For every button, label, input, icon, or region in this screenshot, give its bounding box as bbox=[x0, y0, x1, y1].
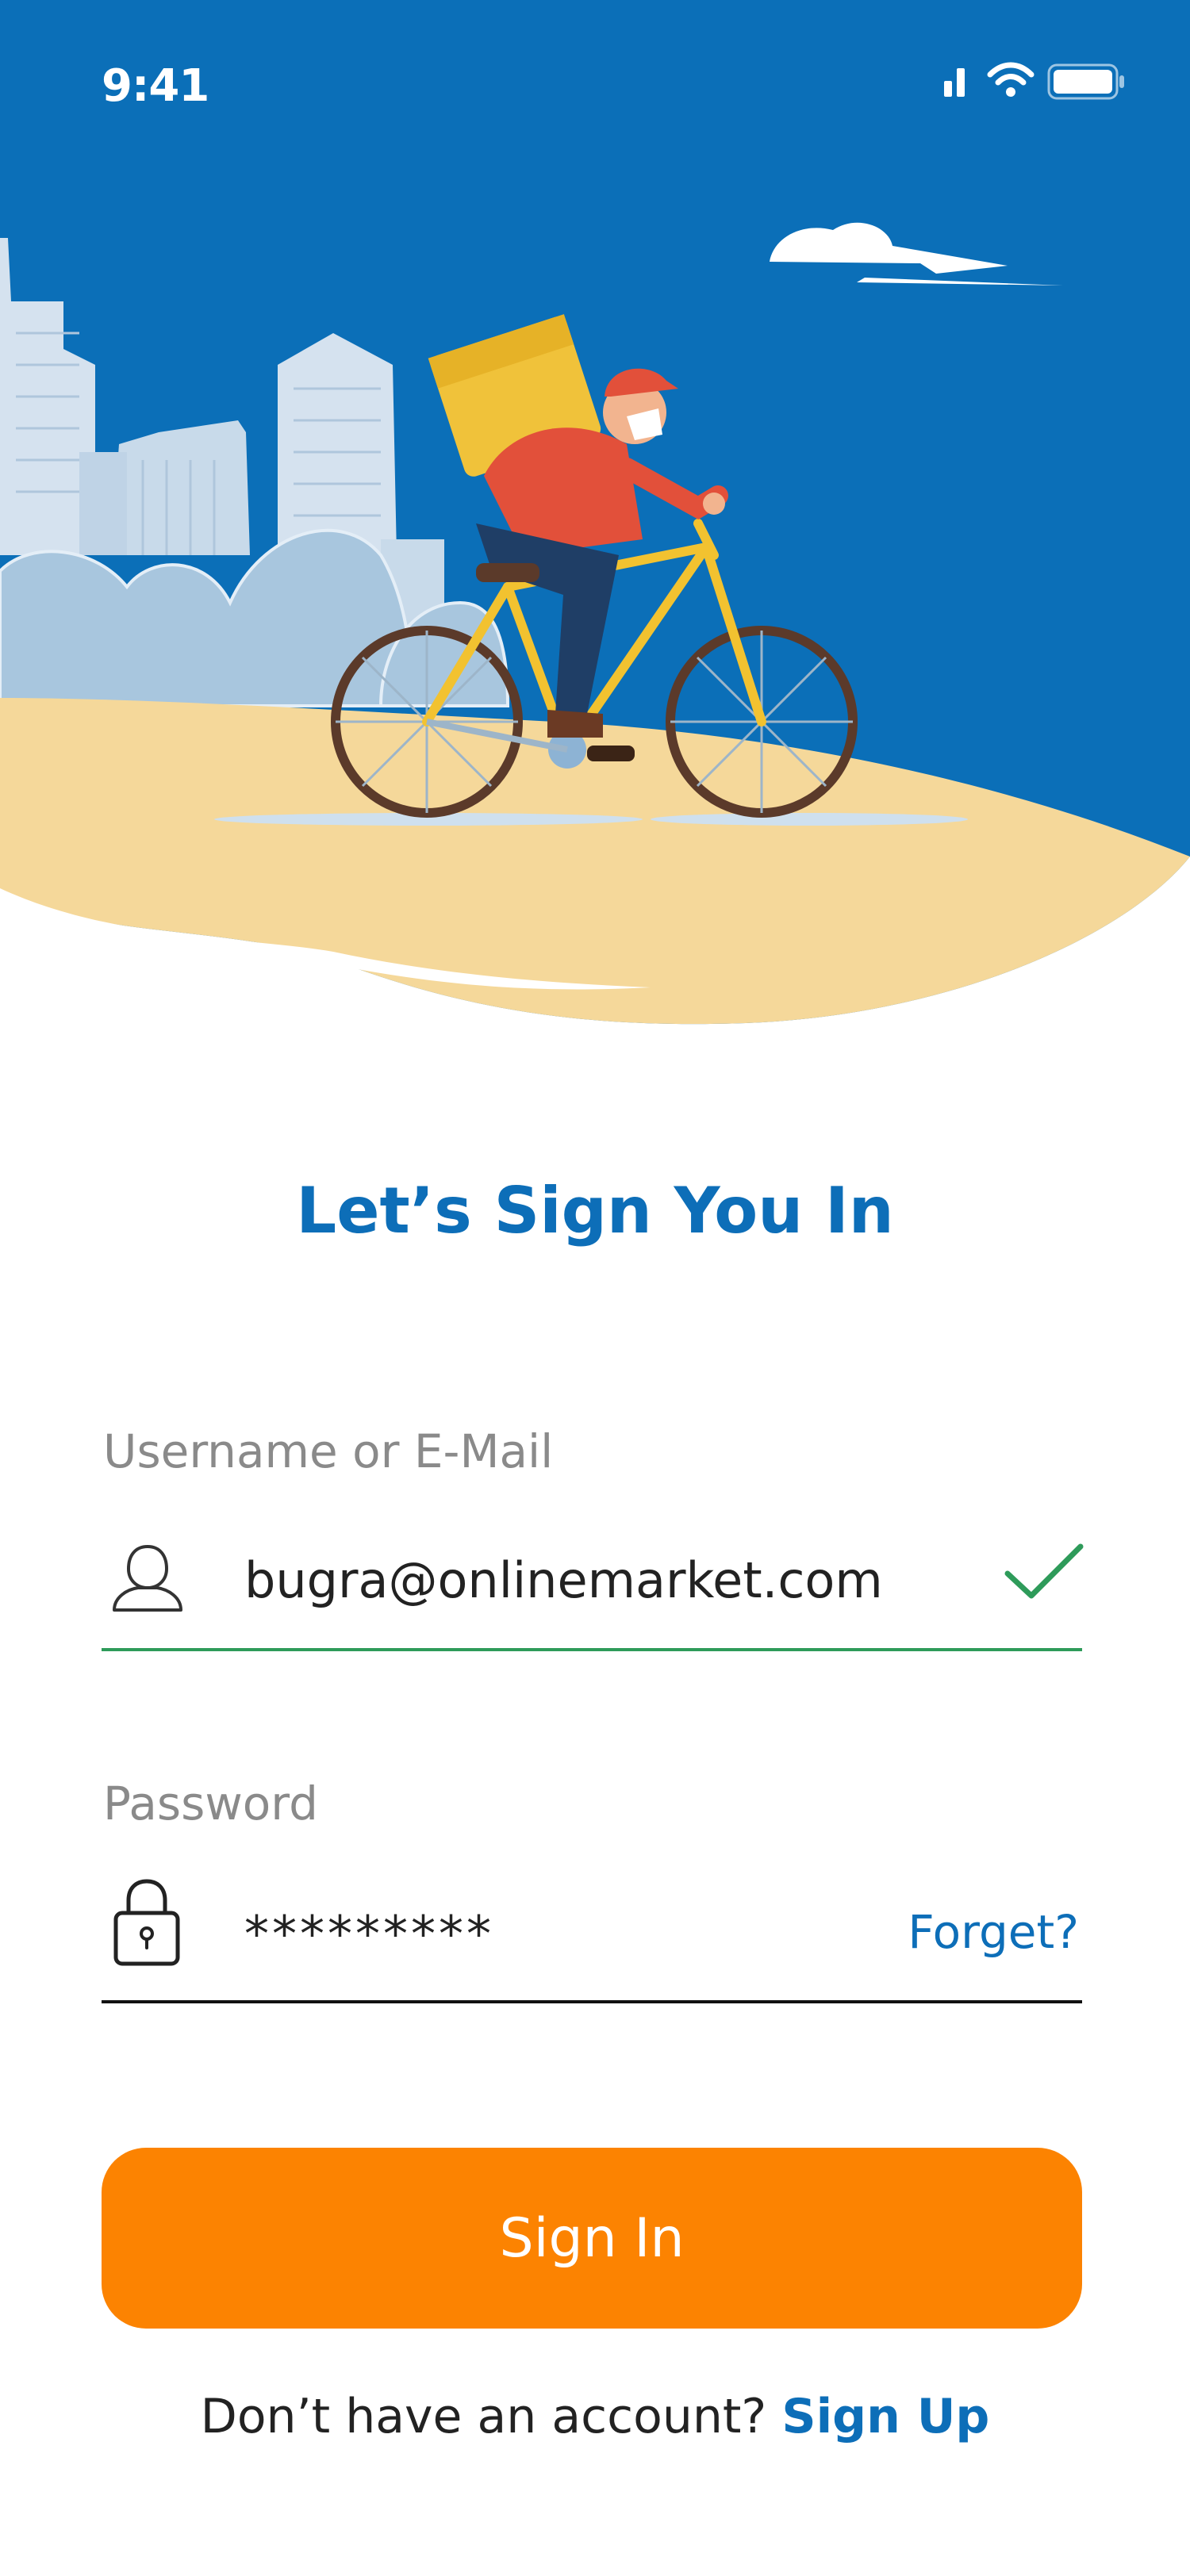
status-bar: 9:41 bbox=[0, 0, 1190, 159]
sign-in-button[interactable]: Sign In bbox=[102, 2148, 1082, 2329]
password-underline bbox=[102, 2000, 1082, 2003]
username-input[interactable]: bugra@onlinemarket.com bbox=[244, 1551, 883, 1609]
checkmark-icon bbox=[1004, 1543, 1084, 1599]
forget-password-link[interactable]: Forget? bbox=[908, 1905, 1079, 1959]
sign-up-link[interactable]: Sign Up bbox=[781, 2389, 989, 2444]
lock-icon bbox=[113, 1879, 180, 1966]
status-time: 9:41 bbox=[102, 60, 209, 112]
username-label: Username or E-Mail bbox=[103, 1424, 554, 1478]
password-input[interactable]: ********* bbox=[244, 1905, 494, 1963]
wifi-icon bbox=[987, 62, 1035, 97]
status-icons bbox=[941, 60, 1131, 108]
signup-prompt-text: Don’t have an account? bbox=[200, 2389, 767, 2444]
username-underline bbox=[102, 1648, 1082, 1651]
battery-icon bbox=[1047, 63, 1124, 100]
user-icon bbox=[113, 1544, 182, 1612]
signup-prompt: Don’t have an account? Sign Up bbox=[0, 2389, 1190, 2444]
signal-icon bbox=[944, 68, 965, 97]
password-label: Password bbox=[103, 1777, 318, 1830]
page-title: Let’s Sign You In bbox=[296, 1174, 894, 1248]
